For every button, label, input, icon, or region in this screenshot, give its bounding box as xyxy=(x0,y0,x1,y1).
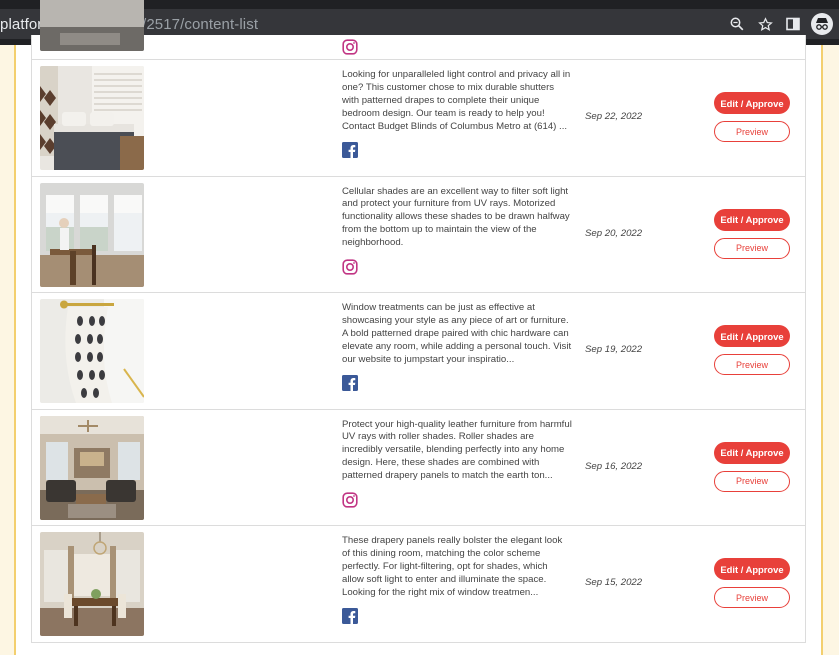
facebook-icon xyxy=(342,142,358,158)
post-description: Looking for unparalleled light control a… xyxy=(342,69,571,132)
post-thumbnail[interactable] xyxy=(40,299,144,403)
edit-approve-button[interactable]: Edit / Approve xyxy=(714,558,790,580)
preview-button[interactable]: Preview xyxy=(714,354,790,375)
content-list: Looking for unparalleled light control a… xyxy=(31,0,806,643)
post-thumbnail[interactable] xyxy=(40,0,144,51)
table-row: Protect your high-quality leather furnit… xyxy=(32,409,805,526)
table-row: Looking for unparalleled light control a… xyxy=(32,60,805,177)
post-thumbnail[interactable] xyxy=(40,182,144,287)
instagram-icon xyxy=(342,39,358,55)
post-description: Cellular shades are an excellent way to … xyxy=(342,185,570,249)
post-description: Window treatments can be just as effecti… xyxy=(342,302,572,365)
post-description: Protect your high-quality leather furnit… xyxy=(342,418,572,482)
post-date: Sep 19, 2022 xyxy=(585,344,643,355)
post-description: These drapery panels really bolster the … xyxy=(342,535,563,598)
table-row-partial xyxy=(32,0,805,60)
post-date: Sep 22, 2022 xyxy=(585,111,643,122)
edit-approve-button[interactable]: Edit / Approve xyxy=(714,208,790,231)
preview-button[interactable]: Preview xyxy=(714,237,790,259)
preview-button[interactable]: Preview xyxy=(714,121,790,142)
edit-approve-button[interactable]: Edit / Approve xyxy=(714,325,790,347)
edit-approve-button[interactable]: Edit / Approve xyxy=(714,441,790,464)
edit-approve-button[interactable]: Edit / Approve xyxy=(714,92,790,114)
preview-button[interactable]: Preview xyxy=(714,470,790,492)
post-date: Sep 15, 2022 xyxy=(585,577,643,588)
right-border-accent xyxy=(821,45,823,655)
incognito-profile-icon[interactable] xyxy=(811,13,833,35)
table-row: Cellular shades are an excellent way to … xyxy=(32,176,805,293)
table-row: These drapery panels really bolster the … xyxy=(32,526,805,643)
facebook-icon xyxy=(342,608,358,624)
post-date: Sep 16, 2022 xyxy=(585,460,643,472)
post-thumbnail[interactable] xyxy=(40,66,144,170)
page-area: Looking for unparalleled light control a… xyxy=(0,0,839,655)
content-panel: Looking for unparalleled light control a… xyxy=(16,0,821,655)
table-row: Window treatments can be just as effecti… xyxy=(32,293,805,410)
post-thumbnail[interactable] xyxy=(40,415,144,520)
post-date: Sep 20, 2022 xyxy=(585,227,643,239)
instagram-icon xyxy=(342,258,358,275)
instagram-icon xyxy=(342,491,358,508)
facebook-icon xyxy=(342,375,358,391)
post-thumbnail[interactable] xyxy=(40,532,144,636)
preview-button[interactable]: Preview xyxy=(714,587,790,608)
